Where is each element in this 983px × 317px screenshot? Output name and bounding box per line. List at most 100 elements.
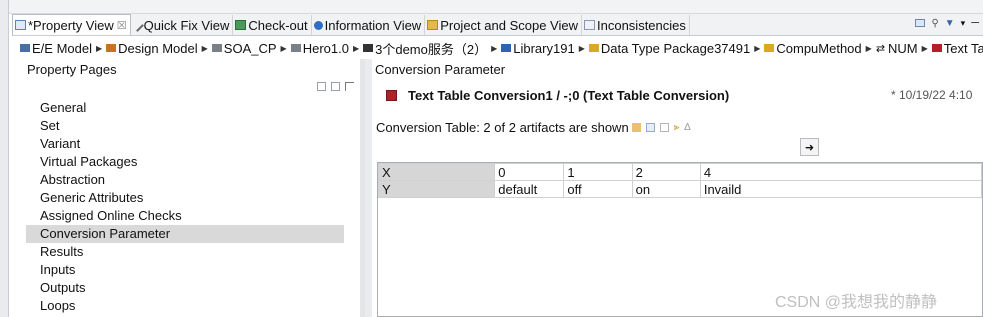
- view-tab-bar: *Property View ☒ Quick Fix View Check-ou…: [12, 14, 983, 36]
- design-model-icon: [106, 44, 117, 52]
- table-cell[interactable]: 2: [631, 163, 701, 181]
- delta-icon[interactable]: ∆: [684, 122, 690, 133]
- tab-property-view[interactable]: *Property View ☒: [12, 14, 131, 35]
- breadcrumb-item[interactable]: Library191: [501, 40, 575, 56]
- breadcrumb-separator-icon: ▶: [578, 43, 585, 53]
- package-icon: [20, 44, 30, 52]
- breadcrumb-label: CompuMethod: [776, 40, 862, 56]
- package-icon: [290, 44, 301, 52]
- property-pages-list: General Set Variant Virtual Packages Abs…: [26, 99, 344, 315]
- breadcrumb-separator-icon: ▶: [95, 43, 103, 53]
- breadcrumb-label: Library191: [513, 40, 575, 56]
- property-page-item-conversion-parameter[interactable]: Conversion Parameter: [26, 225, 344, 243]
- collapse-all-icon[interactable]: [317, 82, 326, 91]
- tab-inconsistencies-label: Inconsistencies: [597, 17, 686, 33]
- breadcrumb-label: Data Type Package37491: [600, 40, 751, 56]
- filter-icon[interactable]: ▼: [945, 18, 955, 29]
- tab-project-and-scope-view[interactable]: Project and Scope View: [425, 15, 582, 35]
- breadcrumb-item[interactable]: ⇄ NUM: [876, 41, 918, 56]
- sort-icon[interactable]: ⫸: [674, 122, 680, 133]
- breadcrumb-item[interactable]: CompuMethod: [764, 40, 862, 56]
- tab-inconsistencies[interactable]: Inconsistencies: [582, 15, 690, 35]
- property-page-item-outputs[interactable]: Outputs: [26, 279, 344, 297]
- columns-icon[interactable]: [659, 123, 669, 132]
- breadcrumb-item[interactable]: Hero1.0: [290, 40, 349, 56]
- breadcrumb-label: E/E Model: [32, 40, 92, 56]
- text-table-icon: [931, 44, 942, 52]
- property-page-item-set[interactable]: Set: [26, 117, 344, 135]
- breadcrumb-item[interactable]: E/E Model: [20, 41, 92, 56]
- table-cell[interactable]: Invaild: [699, 180, 983, 198]
- window-icon: [15, 20, 26, 30]
- navigate-button[interactable]: ➜: [800, 138, 819, 156]
- property-page-item-assigned-online-checks[interactable]: Assigned Online Checks: [26, 207, 344, 225]
- breadcrumb-separator-icon: ▶: [201, 43, 208, 53]
- property-page-item-general[interactable]: General: [26, 99, 344, 117]
- breadcrumb-label: Hero1.0: [302, 40, 349, 56]
- package-icon: [211, 44, 222, 52]
- table-cell[interactable]: default: [494, 180, 565, 198]
- breadcrumb-item[interactable]: Data Type Package37491: [588, 40, 751, 56]
- breadcrumb-separator-icon: ▶: [921, 43, 928, 53]
- breadcrumb-separator-icon: ▶: [280, 43, 287, 53]
- watermark: CSDN @我想我的静静: [775, 294, 938, 311]
- top-strip: [9, 0, 983, 14]
- breadcrumb-item[interactable]: SOA_CP: [211, 41, 277, 56]
- minimize-icon[interactable]: ─: [971, 17, 979, 29]
- checkout-icon: [235, 20, 247, 30]
- breadcrumb-item[interactable]: Text Table C: [931, 41, 983, 56]
- property-view-window: *Property View ☒ Quick Fix View Check-ou…: [0, 0, 983, 317]
- search-icon[interactable]: ⚲: [931, 18, 938, 29]
- property-page-item-abstraction[interactable]: Abstraction: [26, 171, 344, 189]
- breadcrumb-separator-icon: ▶: [754, 43, 761, 53]
- list-icon: [584, 20, 595, 30]
- row-header-x: X: [377, 163, 496, 181]
- folder-icon: [588, 44, 599, 52]
- compu-method-icon: ⇄: [875, 42, 886, 55]
- property-pages-toolbar: [317, 82, 354, 91]
- filter-icon[interactable]: [631, 123, 641, 132]
- table-cell[interactable]: off: [563, 180, 633, 198]
- table-row: X 0 1 2 4: [377, 163, 983, 181]
- property-pages-title: Property Pages: [27, 62, 117, 77]
- tab-quick-fix-view-label: Quick Fix View: [143, 17, 230, 33]
- expand-all-icon[interactable]: [331, 82, 340, 91]
- element-heading-label: Text Table Conversion1 / -;0 (Text Table…: [408, 88, 730, 103]
- view-toolbar: ⚲ ▼ ▾ ─: [915, 17, 979, 29]
- wand-icon: [130, 18, 144, 32]
- tab-quick-fix-view[interactable]: Quick Fix View: [130, 15, 234, 35]
- table-cell[interactable]: 4: [699, 163, 983, 181]
- breadcrumb-label: 3个demo服务（2）: [375, 41, 488, 57]
- table-cell[interactable]: 0: [494, 163, 565, 181]
- breadcrumb-item[interactable]: 3个demo服务（2）: [363, 39, 487, 58]
- menu-dropdown-icon[interactable]: ▾: [961, 18, 966, 29]
- layout-icon[interactable]: [915, 19, 926, 27]
- property-page-item-generic-attributes[interactable]: Generic Attributes: [26, 189, 344, 207]
- breadcrumb-separator-icon: ▶: [865, 43, 872, 53]
- tab-property-view-label: *Property View: [28, 17, 114, 33]
- tree-view-icon[interactable]: [345, 82, 354, 91]
- element-heading: Text Table Conversion1 / -;0 (Text Table…: [386, 88, 729, 103]
- property-page-item-results[interactable]: Results: [26, 243, 344, 261]
- service-icon: [363, 44, 374, 52]
- tab-check-out[interactable]: Check-out: [233, 15, 312, 35]
- folder-icon: [427, 20, 439, 30]
- breadcrumb-label: Design Model: [118, 40, 198, 56]
- panel-divider[interactable]: [365, 59, 372, 317]
- close-icon[interactable]: ☒: [117, 19, 127, 32]
- table-cell[interactable]: on: [631, 180, 701, 198]
- breadcrumb-separator-icon: ▶: [352, 43, 360, 53]
- table-cell[interactable]: 1: [563, 163, 633, 181]
- folder-icon: [764, 44, 775, 52]
- tab-information-view[interactable]: Information View: [312, 15, 426, 35]
- tab-information-view-label: Information View: [324, 17, 422, 33]
- modified-date: * 10/19/22 4:10: [891, 88, 973, 102]
- property-page-item-variant[interactable]: Variant: [26, 135, 344, 153]
- property-page-item-virtual-packages[interactable]: Virtual Packages: [26, 153, 344, 171]
- left-gutter: [0, 0, 9, 317]
- property-page-item-inputs[interactable]: Inputs: [26, 261, 344, 279]
- property-page-item-loops[interactable]: Loops: [26, 297, 344, 315]
- table-icon[interactable]: [645, 123, 655, 132]
- breadcrumb-item[interactable]: Design Model: [106, 41, 198, 56]
- breadcrumb-label: NUM: [888, 40, 918, 56]
